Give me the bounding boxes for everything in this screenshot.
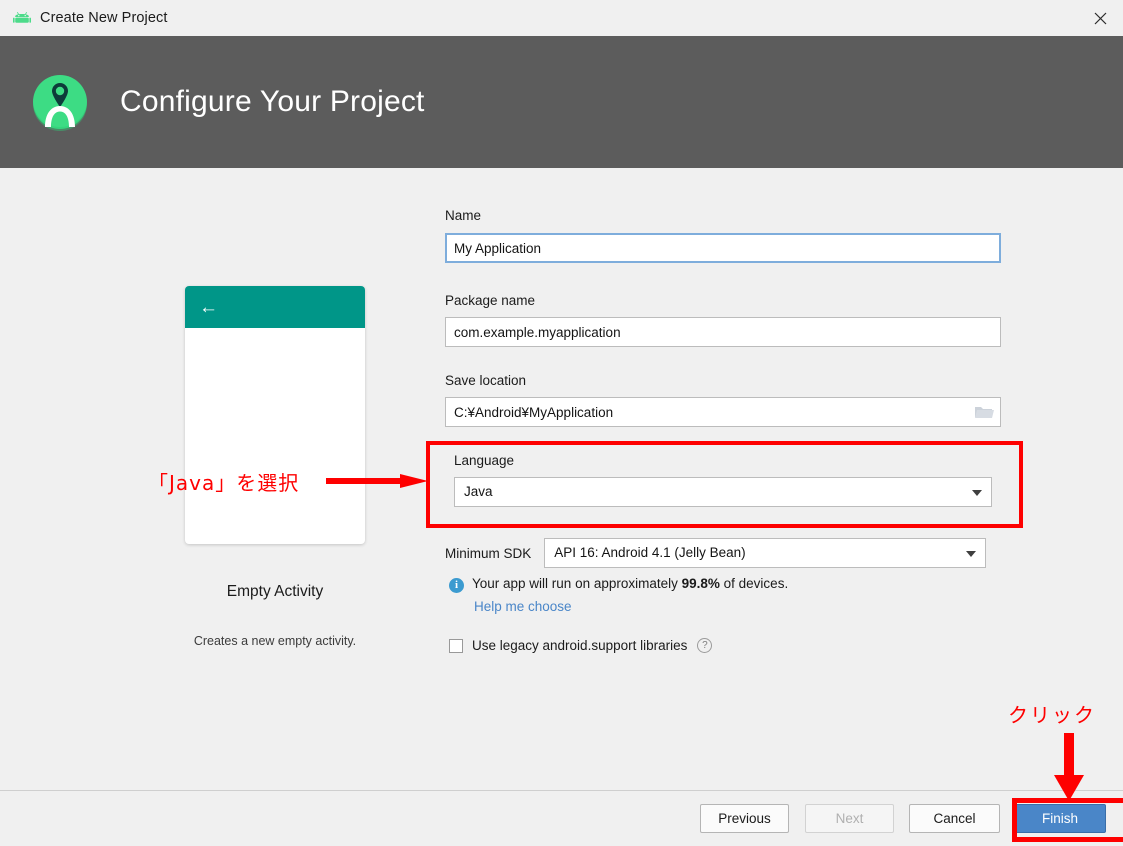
- legacy-libraries-label: Use legacy android.support libraries: [472, 638, 688, 653]
- coverage-text-before: Your app will run on approximately: [472, 576, 682, 591]
- android-robot-icon: [12, 8, 32, 28]
- previous-button[interactable]: Previous: [700, 804, 789, 833]
- legacy-libraries-row: Use legacy android.support libraries ?: [449, 638, 713, 653]
- name-label: Name: [445, 208, 482, 223]
- finish-button[interactable]: Finish: [1014, 804, 1106, 833]
- template-name: Empty Activity: [226, 583, 324, 600]
- question-mark-icon[interactable]: ?: [697, 638, 713, 653]
- minimum-sdk-value: API 16: Android 4.1 (Jelly Bean): [554, 545, 746, 560]
- back-arrow-icon: ←: [199, 296, 218, 318]
- language-value: Java: [464, 484, 493, 499]
- preview-appbar: ←: [185, 286, 365, 328]
- window-titlebar: Create New Project: [0, 0, 1123, 36]
- close-icon[interactable]: [1077, 0, 1123, 36]
- annotation-text-click: クリック: [1008, 703, 1096, 727]
- template-description: Creates a new empty activity.: [193, 634, 357, 648]
- save-location-field: [445, 397, 1001, 427]
- wizard-header: Configure Your Project: [0, 36, 1123, 168]
- activity-preview: ←: [185, 286, 365, 544]
- help-me-choose-link[interactable]: Help me choose: [474, 599, 572, 614]
- next-button: Next: [805, 804, 894, 833]
- minimum-sdk-row: Minimum SDK API 16: Android 4.1 (Jelly B…: [445, 538, 987, 568]
- info-icon: i: [449, 578, 464, 593]
- window-title: Create New Project: [40, 10, 168, 26]
- save-location-label: Save location: [445, 373, 527, 388]
- cancel-button[interactable]: Cancel: [909, 804, 1000, 833]
- wizard-footer: Previous Next Cancel Finish: [0, 791, 1123, 846]
- chevron-down-icon: [972, 490, 982, 496]
- minimum-sdk-label: Minimum SDK: [445, 545, 532, 561]
- package-name-input[interactable]: [445, 317, 1001, 347]
- coverage-text-after: of devices.: [719, 576, 789, 591]
- save-location-input[interactable]: [445, 397, 1001, 427]
- minimum-sdk-dropdown[interactable]: API 16: Android 4.1 (Jelly Bean): [544, 538, 987, 568]
- page-title: Configure Your Project: [120, 85, 425, 118]
- android-studio-logo: [28, 70, 92, 134]
- device-coverage-text: Your app will run on approximately 99.8%…: [472, 576, 788, 591]
- coverage-percent: 99.8%: [681, 576, 720, 591]
- folder-icon[interactable]: [973, 403, 995, 421]
- help-me-choose-link-wrap: Help me choose: [474, 598, 572, 616]
- annotation-text-select-java: 「Java」を選択: [148, 471, 300, 495]
- chevron-down-icon: [966, 551, 977, 557]
- legacy-libraries-checkbox[interactable]: [449, 638, 463, 653]
- package-name-label: Package name: [445, 293, 536, 308]
- language-label: Language: [454, 453, 515, 468]
- device-coverage-info: i Your app will run on approximately 99.…: [449, 576, 788, 593]
- language-dropdown[interactable]: Java: [454, 477, 992, 507]
- name-input[interactable]: [445, 233, 1001, 263]
